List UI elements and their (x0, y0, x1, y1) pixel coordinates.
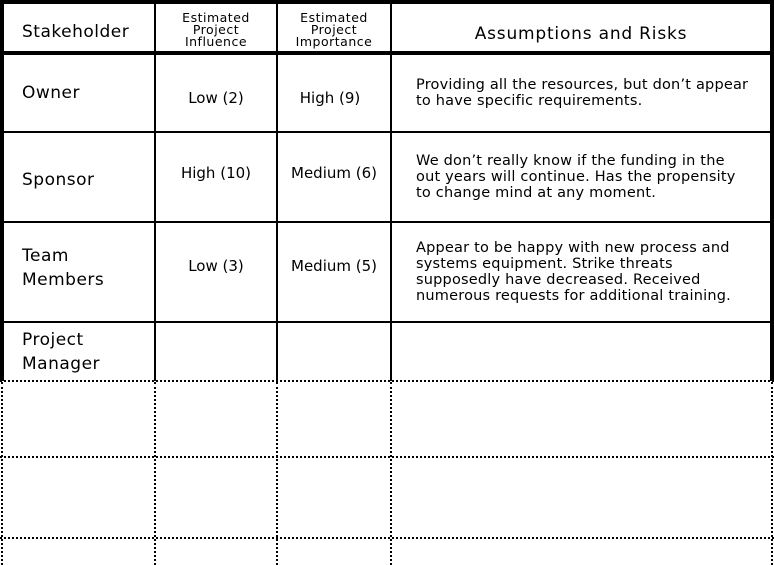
assumptions-text: Providing all the resources, but don’t a… (416, 77, 749, 109)
dotted-row-divider (0, 537, 774, 539)
stakeholder-name: Project Manager (22, 330, 101, 374)
importance-value: High (9) (299, 89, 361, 107)
stakeholder-name: Owner (22, 83, 81, 103)
importance-value (278, 323, 390, 380)
dotted-row-divider (0, 456, 774, 458)
influence-value (156, 323, 276, 380)
table-border-top (0, 0, 774, 4)
dotted-column-divider (1, 382, 3, 565)
influence-value: Low (2) (188, 89, 244, 107)
header-influence: Estimated Project Influence (182, 10, 250, 49)
stakeholder-name: Sponsor (22, 170, 95, 190)
dotted-column-divider (771, 382, 773, 565)
stakeholder-name: Team Members (22, 246, 105, 290)
influence-value: Low (3) (188, 257, 244, 275)
importance-value: Medium (5) (291, 257, 377, 275)
dotted-column-divider (154, 382, 156, 565)
dotted-column-divider (276, 382, 278, 565)
header-importance: Estimated Project Importance (295, 10, 373, 49)
importance-value: Medium (6) (291, 164, 377, 182)
header-assumptions: Assumptions and Risks (474, 24, 688, 44)
assumptions-text (392, 323, 770, 380)
assumptions-text: We don’t really know if the funding in t… (416, 153, 736, 201)
header-stakeholder: Stakeholder (22, 22, 130, 42)
influence-value: High (10) (180, 164, 252, 182)
dotted-row-divider (0, 380, 774, 382)
dotted-column-divider (390, 382, 392, 565)
table-border-right (770, 0, 774, 381)
assumptions-text: Appear to be happy with new process and … (416, 240, 731, 304)
